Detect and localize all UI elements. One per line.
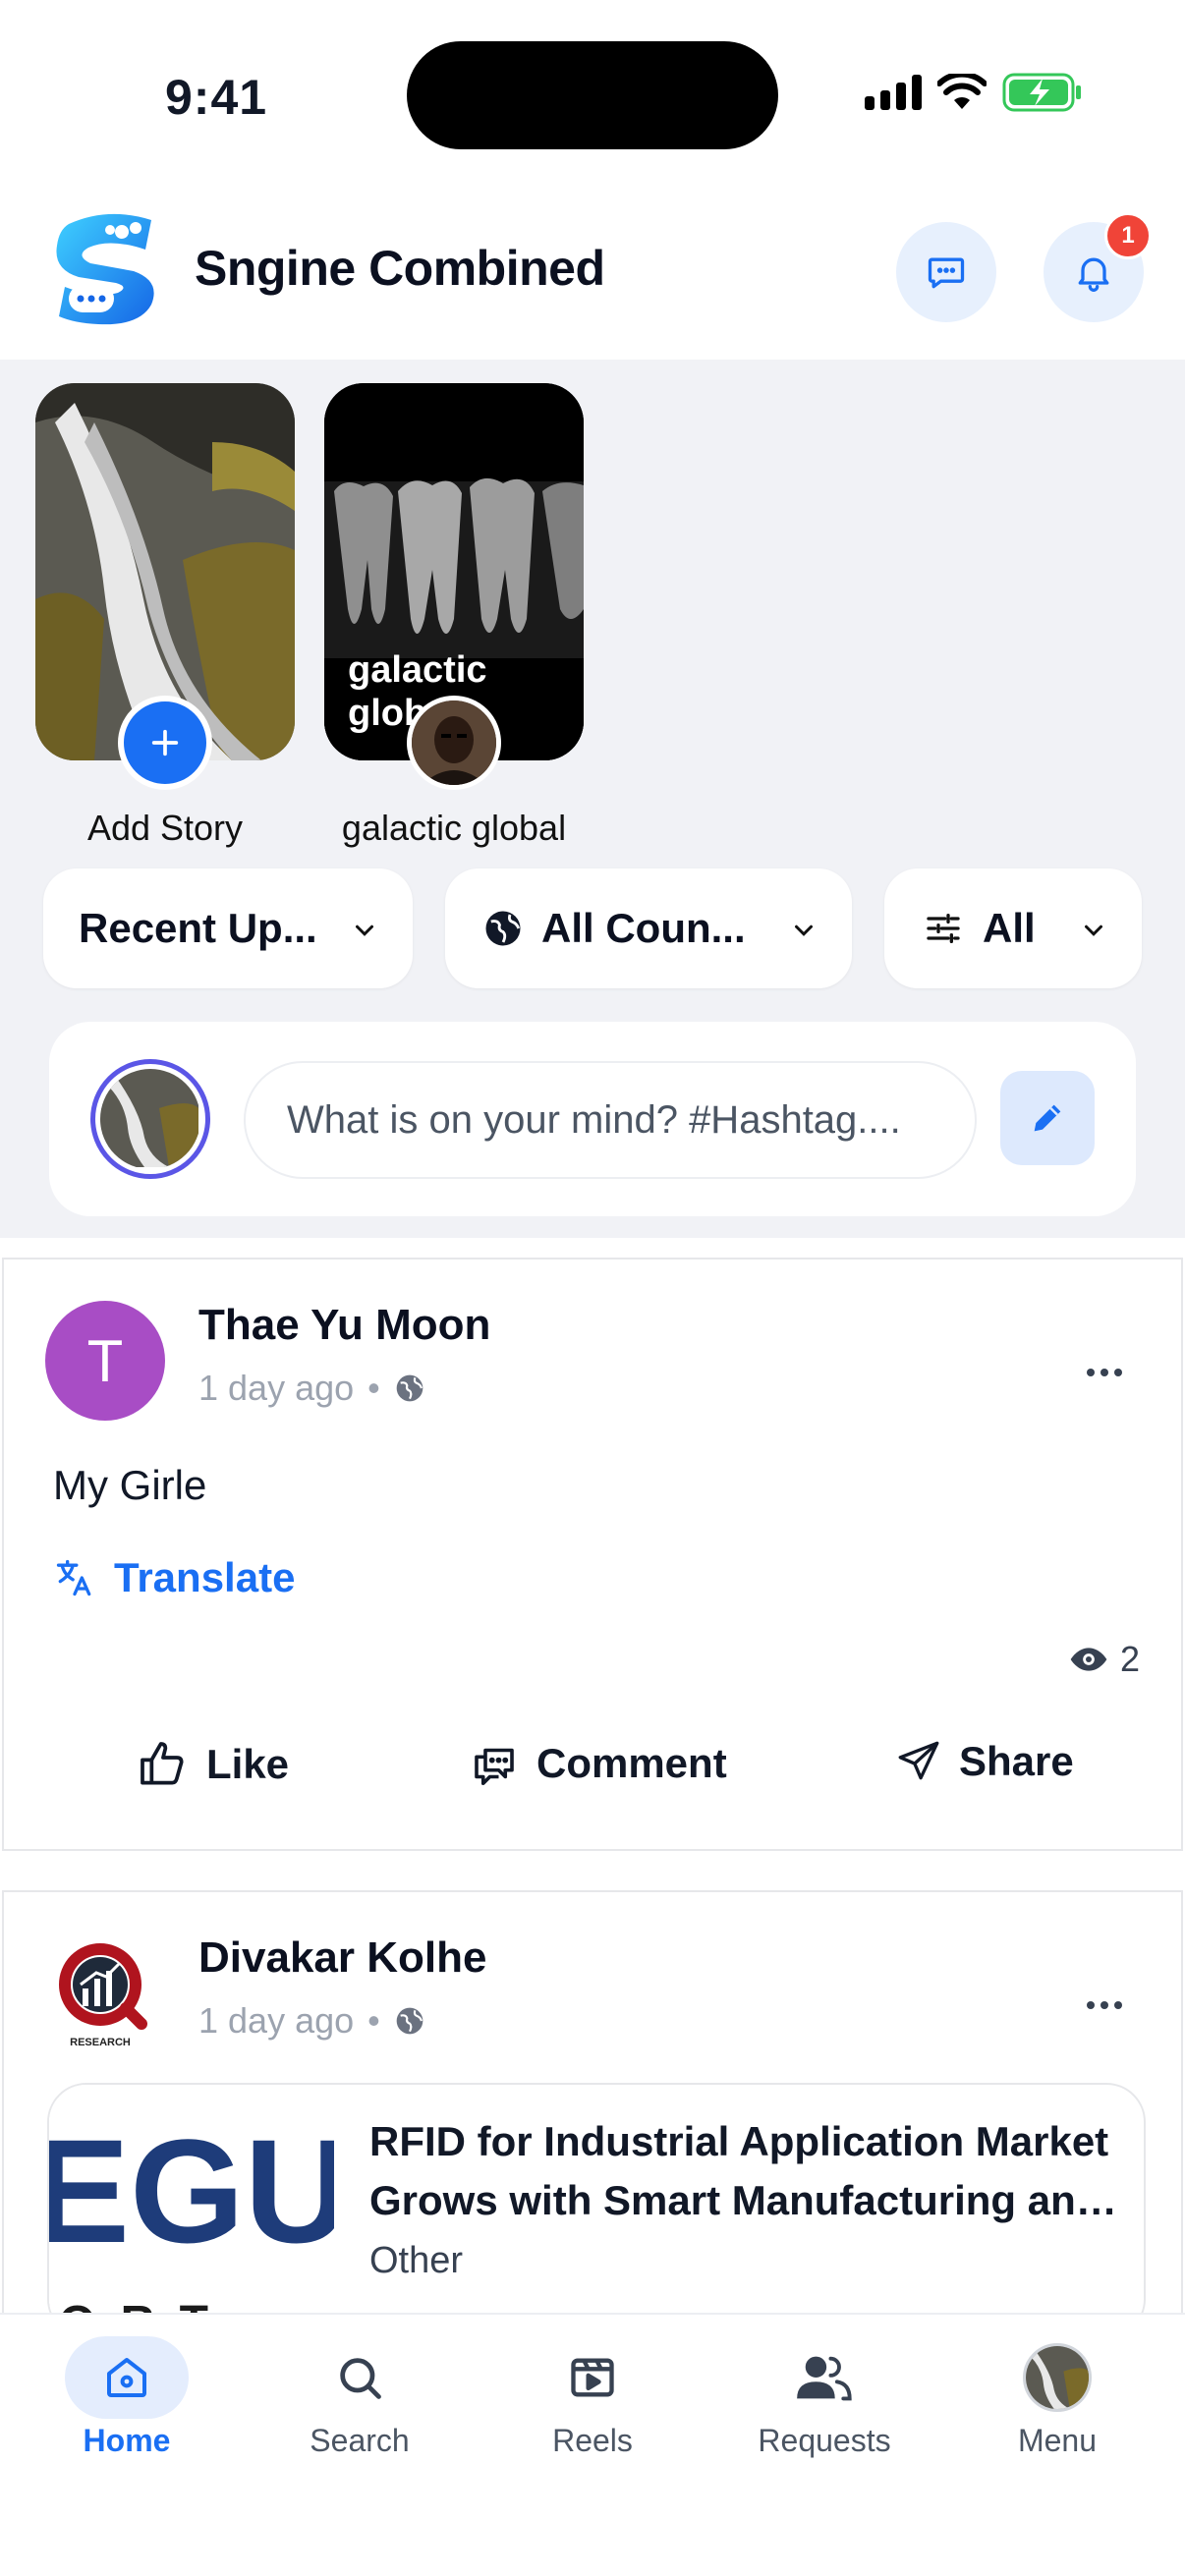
post-author-name[interactable]: Thae Yu Moon bbox=[198, 1301, 490, 1350]
messages-button[interactable] bbox=[896, 222, 996, 322]
translate-label: Translate bbox=[114, 1554, 296, 1600]
bottom-tab-bar: Home Search Reels Requests Menu bbox=[0, 2313, 1185, 2576]
globe-icon bbox=[396, 2007, 423, 2035]
chevron-down-icon bbox=[795, 924, 813, 936]
app-title: Sngine Combined bbox=[195, 241, 605, 296]
comment-button[interactable]: Comment bbox=[468, 1737, 727, 1790]
comment-label: Comment bbox=[536, 1740, 727, 1786]
globe-icon bbox=[396, 1374, 423, 1402]
meta-separator: • bbox=[367, 1368, 380, 1408]
link-title-line1: RFID for Industrial Application Market bbox=[369, 2118, 1109, 2164]
plus-icon bbox=[151, 729, 179, 756]
composer-edit-button[interactable] bbox=[1000, 1071, 1095, 1165]
post-text: My Girle bbox=[53, 1462, 207, 1508]
meta-separator: • bbox=[367, 2000, 380, 2041]
link-title-line2: Grows with Smart Manufacturing and... bbox=[369, 2177, 1126, 2223]
signal-icon bbox=[865, 75, 922, 110]
post-time: 1 day ago bbox=[198, 2000, 355, 2041]
share-button[interactable]: Share bbox=[894, 1737, 1074, 1786]
tab-home[interactable]: Home bbox=[28, 2336, 225, 2459]
post-meta: 1 day ago • bbox=[198, 1368, 425, 1409]
tab-reels-label: Reels bbox=[552, 2423, 633, 2458]
post-more-button[interactable] bbox=[1085, 1977, 1124, 2021]
post-author-name[interactable]: Divakar Kolhe bbox=[198, 1933, 486, 1983]
tab-reels[interactable]: Reels bbox=[494, 2336, 691, 2459]
eye-icon bbox=[1070, 1648, 1107, 1671]
link-preview-title: RFID for Industrial Application Market G… bbox=[369, 2112, 1126, 2230]
app-logo bbox=[56, 213, 154, 325]
translate-icon bbox=[56, 1559, 91, 1596]
translate-link[interactable]: Translate bbox=[53, 1554, 295, 1601]
story-avatar-galactic-global bbox=[407, 696, 501, 790]
wifi-icon bbox=[937, 74, 987, 109]
link-preview-category: Other bbox=[369, 2240, 464, 2281]
pencil-icon bbox=[1034, 1104, 1061, 1132]
requests-icon bbox=[797, 2356, 852, 2401]
menu-avatar bbox=[1023, 2343, 1092, 2412]
country-filter-dropdown[interactable]: All Coun... bbox=[445, 868, 852, 988]
post-time: 1 day ago bbox=[198, 1368, 355, 1408]
composer-avatar[interactable] bbox=[90, 1059, 210, 1179]
sort-filter-dropdown[interactable]: Recent Up... bbox=[43, 868, 413, 988]
notifications-button[interactable]: 1 bbox=[1044, 212, 1152, 322]
post-author-avatar[interactable]: T bbox=[45, 1301, 165, 1421]
sort-filter-value: Recent Up... bbox=[79, 905, 317, 951]
status-bar: 9:41 bbox=[0, 0, 1185, 187]
tab-search-label: Search bbox=[310, 2423, 410, 2458]
sliders-icon bbox=[927, 914, 960, 943]
more-icon bbox=[1087, 1369, 1122, 1376]
app-header: Sngine Combined 1 bbox=[0, 187, 1185, 360]
chevron-down-icon bbox=[356, 924, 373, 936]
status-icons bbox=[865, 73, 1083, 112]
tab-menu-label: Menu bbox=[1017, 2423, 1098, 2458]
composer-input[interactable] bbox=[244, 1061, 977, 1179]
reels-icon bbox=[571, 2358, 614, 2397]
home-icon bbox=[107, 2358, 146, 2397]
chevron-down-icon bbox=[1085, 924, 1102, 936]
share-label: Share bbox=[959, 1738, 1074, 1784]
views-count: 2 bbox=[1119, 1639, 1140, 1679]
notification-badge: 1 bbox=[1104, 212, 1152, 259]
type-filter-dropdown[interactable]: All bbox=[884, 868, 1142, 988]
bell-icon bbox=[1078, 257, 1109, 292]
tab-requests[interactable]: Requests bbox=[726, 2336, 923, 2459]
search-icon bbox=[340, 2358, 381, 2399]
more-icon bbox=[1087, 2001, 1122, 2009]
post-composer bbox=[49, 1022, 1136, 1216]
story-label-add: Add Story bbox=[86, 808, 244, 848]
tab-search[interactable]: Search bbox=[261, 2336, 458, 2459]
country-filter-value: All Coun... bbox=[541, 905, 746, 951]
post-author-avatar[interactable]: RESEARCH bbox=[45, 1933, 165, 2053]
post-card: T Thae Yu Moon 1 day ago • My Girle Tran… bbox=[2, 1258, 1183, 1851]
avatar-caption: RESEARCH bbox=[70, 2037, 131, 2048]
like-icon bbox=[141, 1742, 184, 1785]
post-card: RESEARCH Divakar Kolhe 1 day ago • EGU O… bbox=[2, 1890, 1183, 2338]
link-preview-thumbnail: EGU O R T bbox=[49, 2085, 334, 2336]
post-meta: 1 day ago • bbox=[198, 2000, 425, 2042]
status-time: 9:41 bbox=[165, 70, 268, 125]
chat-icon bbox=[928, 257, 965, 289]
tab-home-label: Home bbox=[83, 2423, 171, 2458]
post-more-button[interactable] bbox=[1085, 1344, 1124, 1388]
comment-icon bbox=[475, 1748, 514, 1786]
post-views: 2 bbox=[1069, 1639, 1140, 1680]
battery-charging-icon bbox=[1002, 73, 1081, 112]
link-preview-card[interactable]: EGU O R T RFID for Industrial Applicatio… bbox=[47, 2083, 1146, 2338]
share-icon bbox=[898, 1741, 939, 1780]
tab-menu[interactable]: Menu bbox=[959, 2336, 1156, 2459]
add-story-button[interactable] bbox=[118, 696, 212, 790]
dynamic-island bbox=[407, 41, 778, 149]
thumb-text-top: EGU bbox=[49, 2108, 334, 2273]
type-filter-value: All bbox=[983, 905, 1036, 951]
story-label-galactic-global: galactic global bbox=[341, 808, 567, 848]
like-button[interactable]: Like bbox=[136, 1737, 289, 1792]
like-label: Like bbox=[206, 1741, 290, 1787]
tab-requests-label: Requests bbox=[758, 2423, 891, 2458]
globe-icon bbox=[485, 911, 521, 946]
